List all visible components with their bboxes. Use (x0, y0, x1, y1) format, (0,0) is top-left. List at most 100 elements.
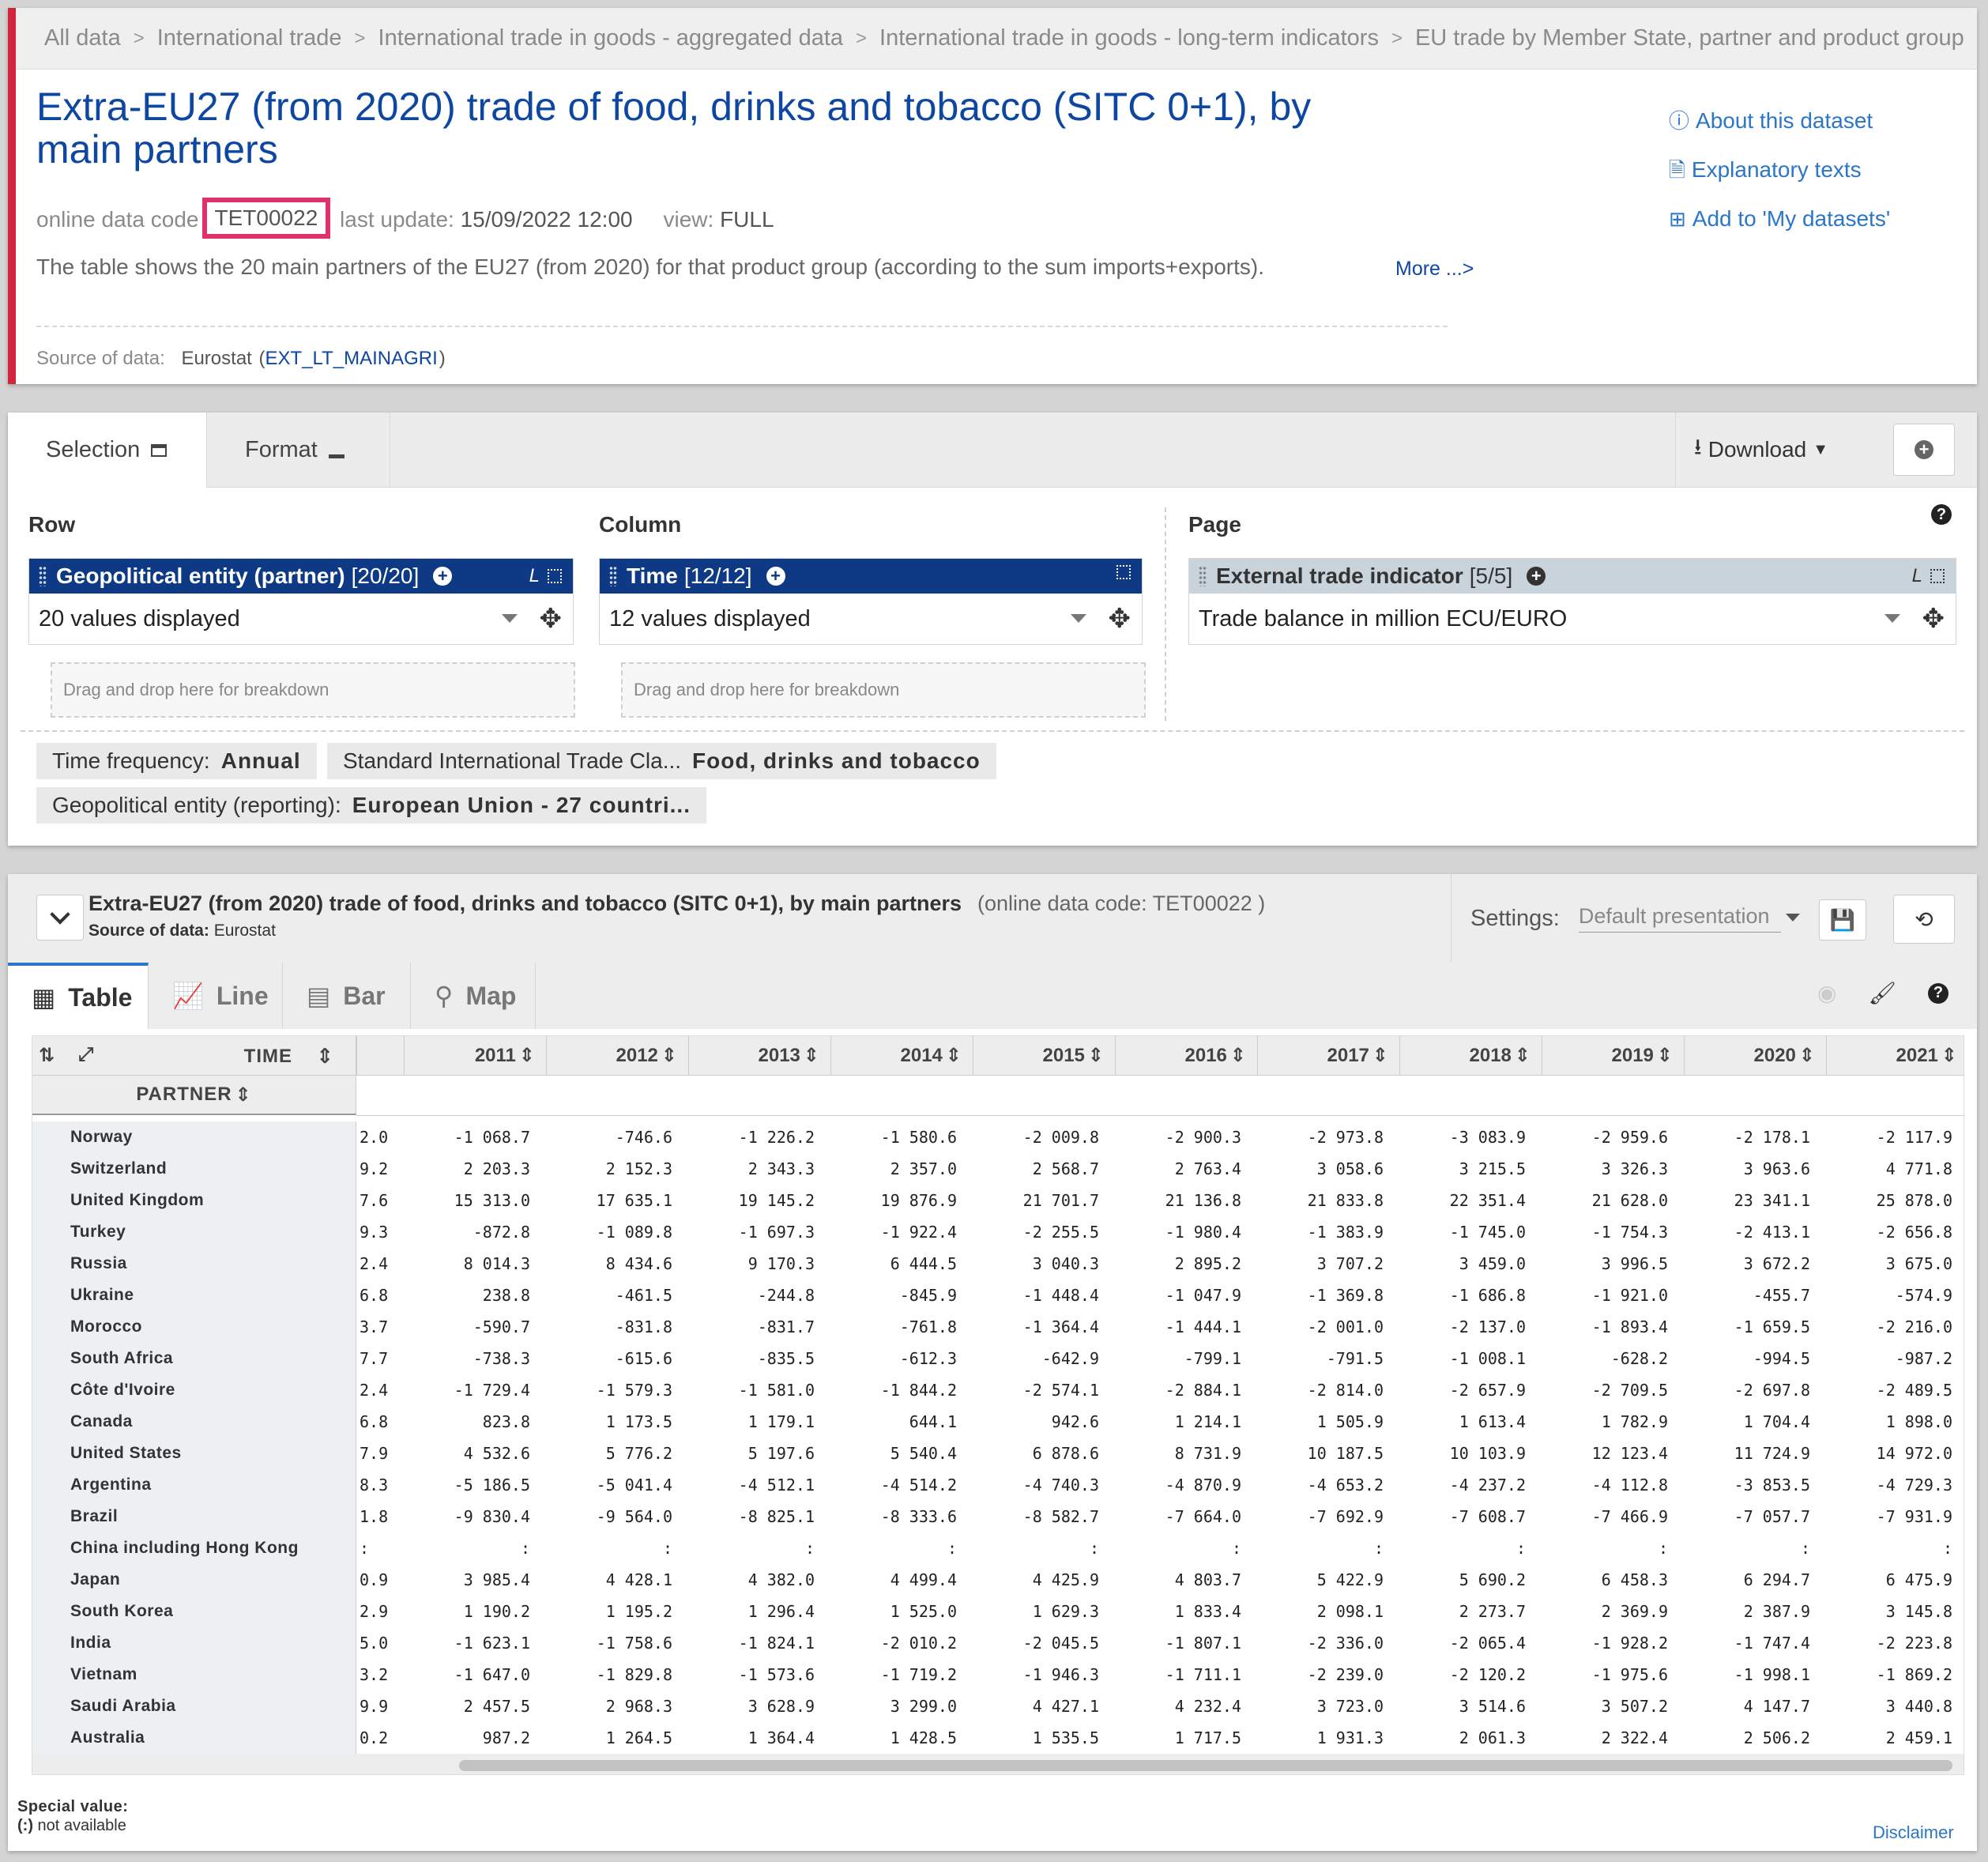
row-dropzone[interactable]: Drag and drop here for breakdown (51, 662, 575, 718)
caret-down-icon[interactable] (1071, 614, 1086, 623)
disclaimer-link[interactable]: Disclaimer (1873, 1822, 1954, 1843)
table-row: Côte d'Ivoire 2.4 -1 729.4 -1 579.3 -1 581.0… (32, 1374, 1964, 1406)
breadcrumb-item[interactable]: International trade in goods - long-term… (879, 25, 1379, 51)
year-header[interactable]: 2016 ⇕ (1115, 1036, 1257, 1076)
help-icon[interactable]: ? (1928, 982, 1948, 1004)
table-cell: 4 428.1 (605, 1570, 672, 1589)
column-dimension[interactable]: Time [12/12] + 12 values displayed ✥ (599, 558, 1143, 645)
expand-icon[interactable] (548, 569, 562, 583)
year-header[interactable]: 2018 ⇕ (1399, 1036, 1542, 1076)
caret-down-icon[interactable] (1884, 614, 1900, 623)
tab-map[interactable]: ⚲ Map (411, 963, 536, 1029)
expand-icon[interactable] (1116, 565, 1131, 579)
move-icon[interactable]: ✥ (1922, 603, 1945, 635)
add-to-my-datasets-link[interactable]: ⊞ Add to 'My datasets' (1669, 194, 1890, 243)
horizontal-scrollbar[interactable] (459, 1760, 1952, 1771)
page-dimension[interactable]: External trade indicator [5/5] + L Trade… (1188, 558, 1956, 645)
column-dimension-header[interactable]: Time [12/12] + (600, 559, 1142, 594)
partner-label: Vietnam (32, 1659, 356, 1690)
breadcrumb-item[interactable]: International trade (157, 25, 342, 51)
expand-icon[interactable] (1930, 569, 1945, 583)
label-icon[interactable]: L (529, 565, 540, 587)
table-cell: 8 731.9 (1174, 1444, 1241, 1463)
breadcrumb-item[interactable]: EU trade by Member State, partner and pr… (1415, 25, 1964, 51)
divider (21, 730, 1964, 732)
table-cell: 644.1 (909, 1412, 957, 1431)
tab-bar[interactable]: ▤ Bar (283, 963, 411, 1029)
palette-icon[interactable]: ◉ (1817, 980, 1836, 1006)
table-cell: -738.3 (473, 1349, 530, 1368)
filter-reporting-entity[interactable]: Geopolitical entity (reporting): European… (36, 787, 706, 824)
explanatory-texts-link[interactable]: 🗎 Explanatory texts (1669, 145, 1890, 194)
year-header[interactable]: 2017 ⇕ (1257, 1036, 1399, 1076)
help-icon[interactable]: ? (1931, 504, 1952, 525)
move-icon[interactable]: ✥ (540, 603, 563, 635)
source-code-link[interactable]: EXT_LT_MAINAGRI (265, 348, 438, 369)
table-cell: 1 364.4 (747, 1728, 815, 1747)
filter-time-frequency[interactable]: Time frequency: Annual (36, 743, 317, 779)
row-dimension[interactable]: Geopolitical entity (partner) [20/20] + … (28, 558, 574, 645)
year-header[interactable]: 2020 ⇕ (1684, 1036, 1826, 1076)
column-values-select[interactable]: 12 values displayed ✥ (600, 594, 1142, 644)
table-cell: 1 195.2 (605, 1602, 672, 1621)
tab-table[interactable]: ▦ Table (8, 963, 149, 1029)
drag-handle-icon[interactable] (39, 566, 47, 586)
table-cell: 19 876.9 (880, 1191, 957, 1210)
chevron-right-icon: > (856, 27, 868, 49)
year-header[interactable]: 2011 ⇕ (404, 1036, 546, 1076)
tab-selection[interactable]: Selection (8, 413, 207, 488)
settings-select[interactable]: Default presentation (1578, 904, 1800, 933)
table-row: Norway 2.0 -1 068.7 -746.6 -1 226.2 -1 580.6 -… (32, 1121, 1964, 1153)
table-cell: 6 294.7 (1743, 1570, 1810, 1589)
brush-icon[interactable]: 🖌 (1868, 980, 1896, 1006)
page-dimension-header[interactable]: External trade indicator [5/5] + L (1189, 559, 1956, 594)
table-cell: 1 214.1 (1174, 1412, 1241, 1431)
share-button[interactable]: ⟲ (1893, 895, 1955, 944)
table-row: Morocco 3.7 -590.7 -831.8 -831.7 -761.8 -1 364… (32, 1311, 1964, 1343)
year-header-label: 2011 (474, 1044, 516, 1066)
year-header[interactable]: 2013 ⇕ (688, 1036, 830, 1076)
table-cell: -2 709.5 (1591, 1381, 1668, 1400)
table-cell: 942.6 (1051, 1412, 1099, 1431)
table-cell: 22 351.4 (1449, 1191, 1526, 1210)
table-cell: 3 628.9 (747, 1697, 815, 1716)
table-cell: 1 704.4 (1743, 1412, 1810, 1431)
year-header[interactable]: 2012 ⇕ (546, 1036, 688, 1076)
caret-down-icon[interactable] (502, 614, 518, 623)
about-dataset-link[interactable]: ⓘ About this dataset (1669, 96, 1890, 145)
save-button[interactable]: 💾 (1819, 899, 1866, 940)
year-header[interactable]: 2021 ⇕ (1826, 1036, 1964, 1076)
swap-axes-icon[interactable]: ⇅ (39, 1044, 55, 1067)
tab-format[interactable]: Format (207, 413, 390, 488)
table-cell: -1 444.1 (1165, 1317, 1241, 1336)
breadcrumb-item[interactable]: All data (44, 25, 121, 51)
breadcrumb-item[interactable]: International trade in goods - aggregate… (378, 25, 843, 51)
column-dropzone[interactable]: Drag and drop here for breakdown (621, 662, 1146, 718)
row-dimension-header[interactable]: Geopolitical entity (partner) [20/20] + … (29, 559, 573, 594)
add-button[interactable]: + (1893, 424, 1955, 476)
sort-icon[interactable]: ⇕ (316, 1044, 333, 1069)
add-dimension-icon[interactable]: + (1527, 566, 1546, 586)
year-header[interactable]: 2019 ⇕ (1542, 1036, 1684, 1076)
filter-sitc[interactable]: Standard International Trade Cla... Food,… (327, 743, 996, 779)
fullscreen-icon[interactable]: ⤢ (78, 1044, 93, 1066)
add-dimension-icon[interactable]: + (766, 566, 785, 586)
collapse-button[interactable] (36, 895, 84, 940)
drag-handle-icon[interactable] (609, 566, 617, 586)
table-row: Argentina 8.3 -5 186.5 -5 041.4 -4 512.1 -4 5… (32, 1469, 1964, 1501)
year-header[interactable]: 2014 ⇕ (830, 1036, 973, 1076)
move-icon[interactable]: ✥ (1109, 603, 1131, 635)
partner-header[interactable]: PARTNER ⇕ (32, 1076, 356, 1115)
table-cell: 6 444.5 (890, 1254, 957, 1273)
drag-handle-icon[interactable] (1199, 566, 1207, 586)
year-header[interactable]: 2015 ⇕ (973, 1036, 1115, 1076)
tab-line[interactable]: 📈 Line (149, 963, 283, 1029)
table-cell: 1 782.9 (1601, 1412, 1668, 1431)
label-icon[interactable]: L (1912, 565, 1922, 587)
more-link[interactable]: More ...> (1395, 258, 1474, 281)
download-button[interactable]: ⭳ Download ▼ (1675, 413, 1847, 487)
page-values-select[interactable]: Trade balance in million ECU/EURO ✥ (1189, 594, 1956, 644)
table-cell: : (1800, 1539, 1810, 1558)
row-values-select[interactable]: 20 values displayed ✥ (29, 594, 573, 644)
add-dimension-icon[interactable]: + (433, 566, 453, 586)
